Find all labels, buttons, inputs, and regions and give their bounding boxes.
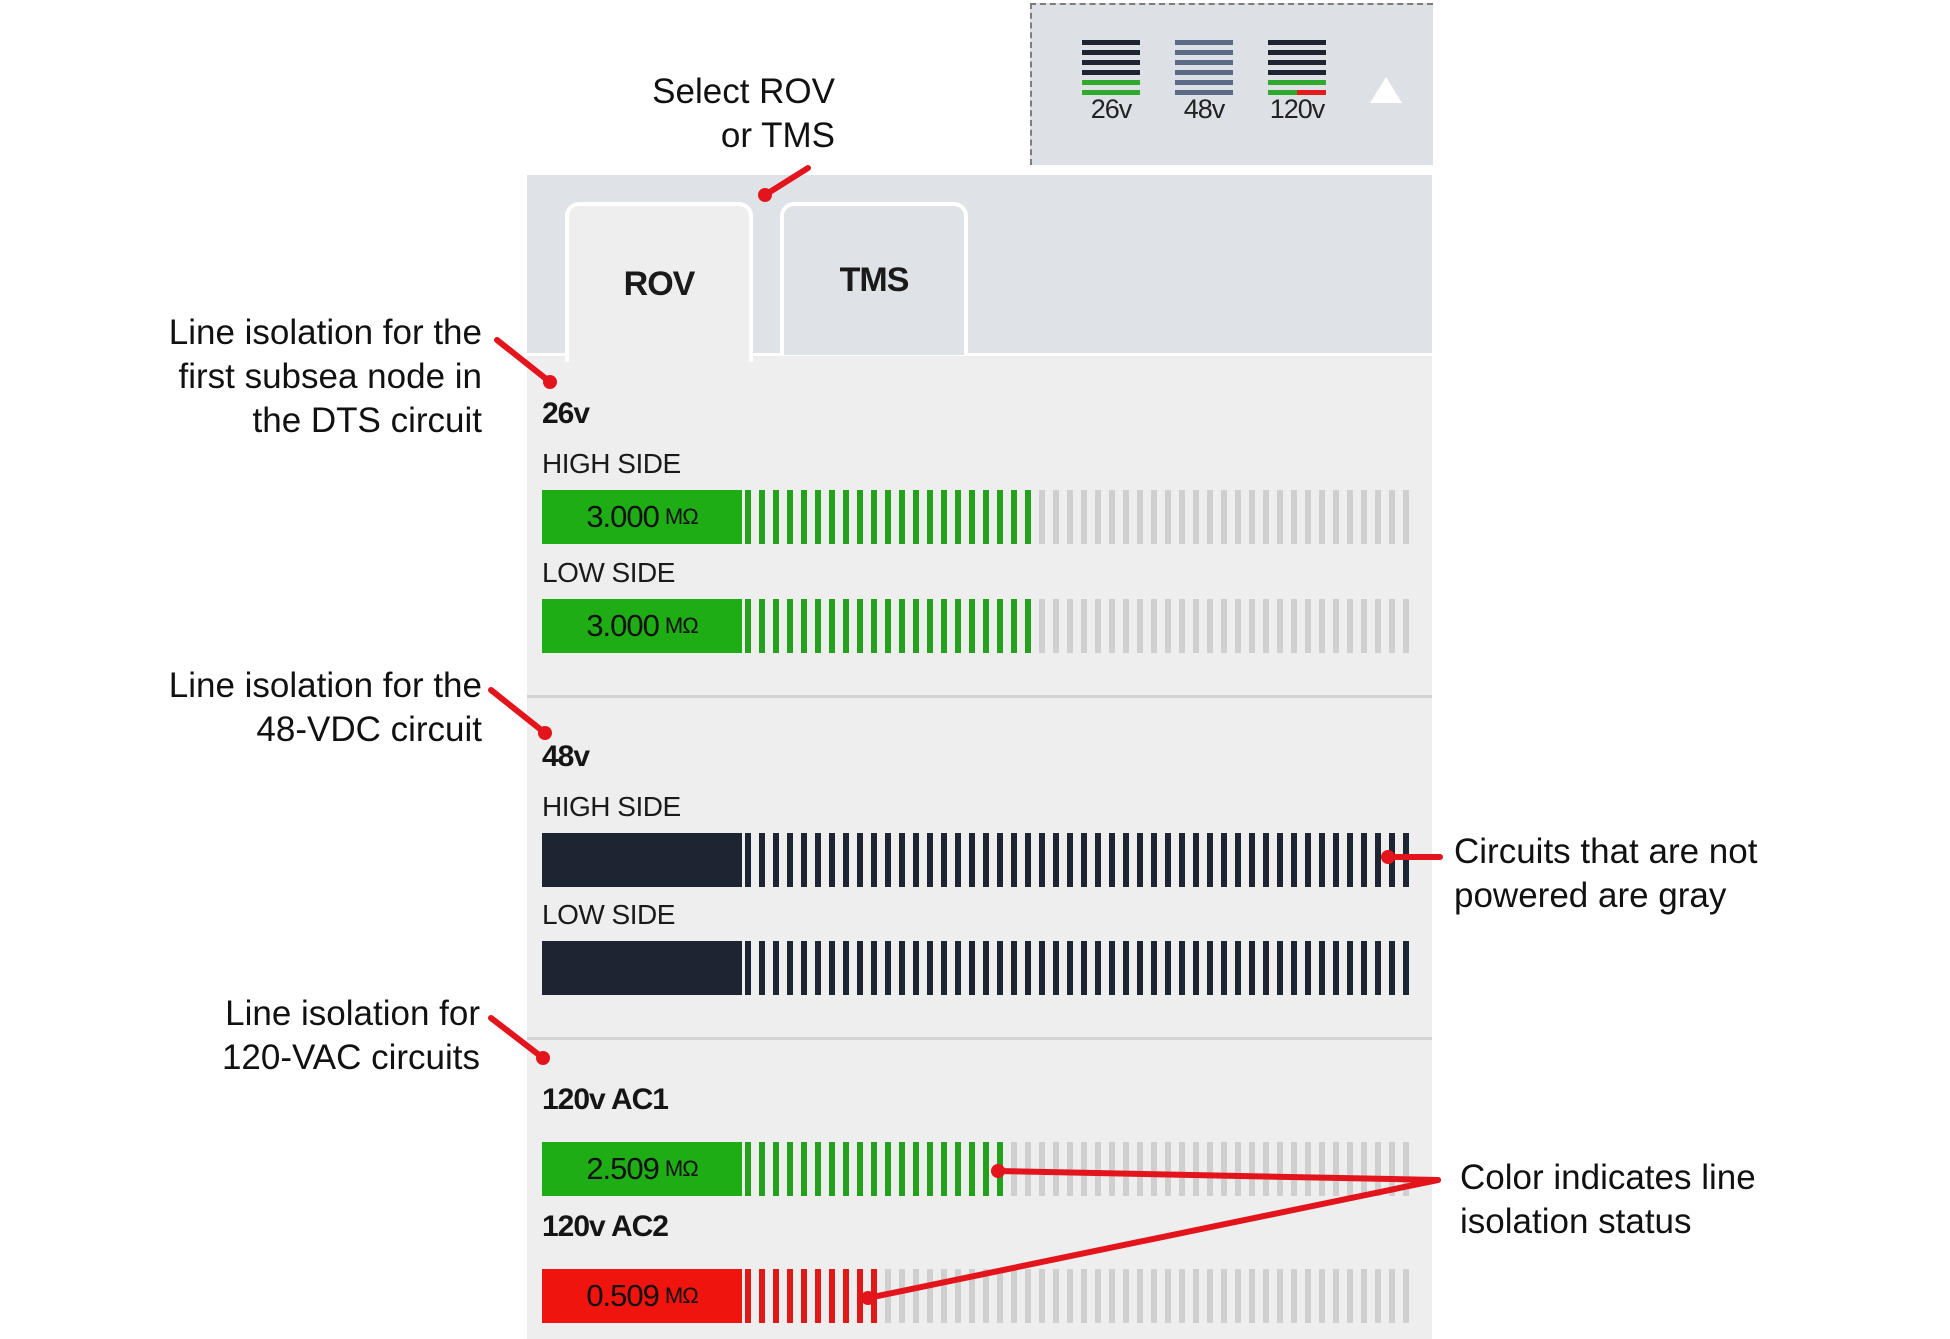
- arrow-dot: [861, 1291, 875, 1305]
- arrow-dot: [538, 726, 552, 740]
- arrow-dot: [543, 375, 557, 389]
- arrow-26v: [494, 337, 553, 385]
- arrow-dot: [991, 1164, 1005, 1178]
- arrow-120v: [488, 1015, 546, 1061]
- arrow-dot: [1381, 850, 1395, 864]
- arrow-color-ac2: [865, 1177, 1441, 1301]
- arrow-select-tab: [762, 165, 811, 198]
- arrow-color-ac1: [995, 1168, 1441, 1183]
- arrow-dot: [536, 1051, 550, 1065]
- arrow-48v: [488, 687, 548, 736]
- annotation-arrows: [488, 165, 1443, 1305]
- arrow-dot: [758, 188, 772, 202]
